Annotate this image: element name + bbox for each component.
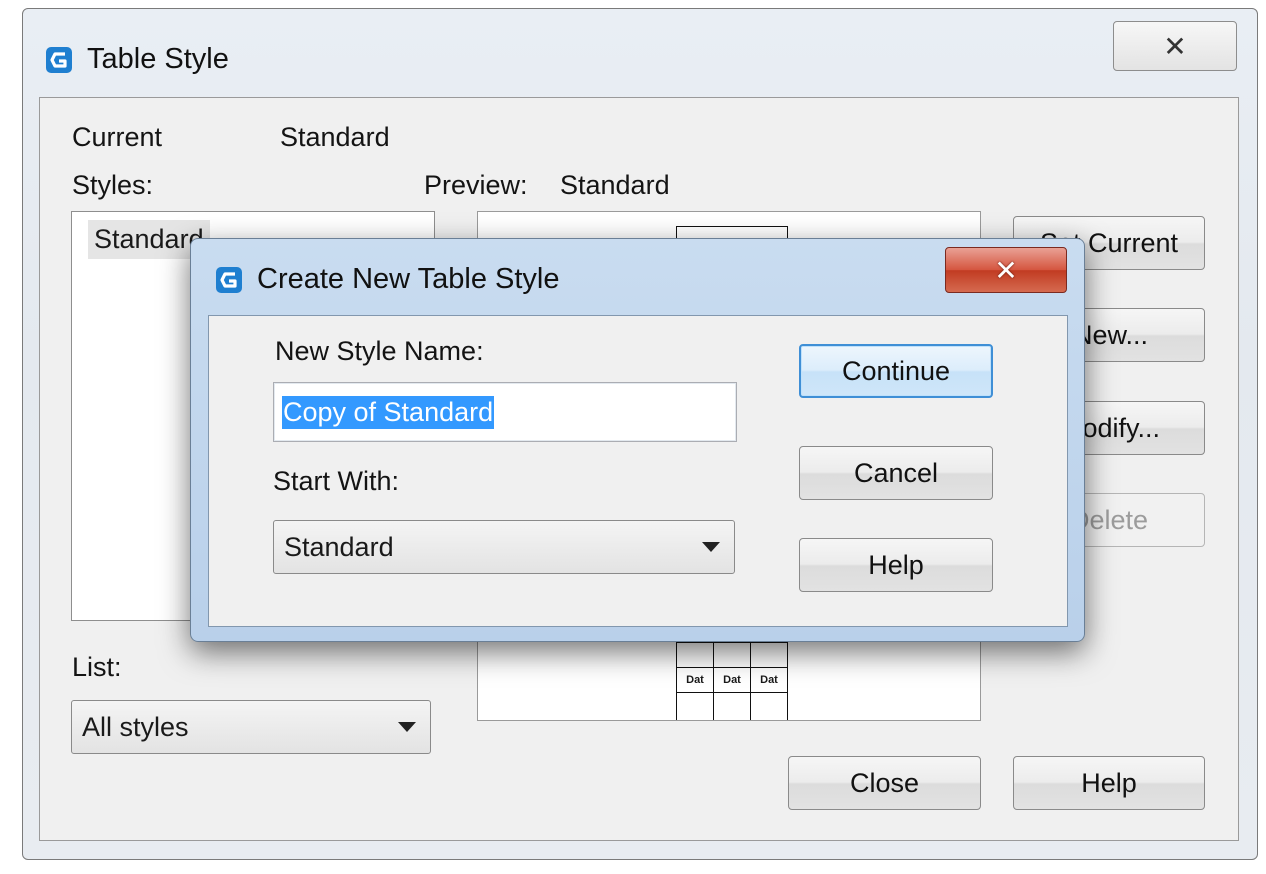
preview-data-cell: Dat bbox=[713, 667, 751, 693]
list-label: List: bbox=[72, 652, 122, 682]
preview-header-cell bbox=[676, 642, 714, 668]
current-value: Standard bbox=[280, 122, 390, 152]
list-filter-select[interactable]: All styles bbox=[71, 700, 431, 754]
continue-button[interactable]: Continue bbox=[799, 344, 993, 398]
start-with-value: Standard bbox=[284, 531, 394, 562]
new-style-name-input[interactable]: Copy of Standard bbox=[273, 382, 737, 442]
list-filter-value: All styles bbox=[82, 711, 189, 742]
dialog-title: Create New Table Style bbox=[257, 263, 560, 295]
new-style-name-value: Copy of Standard bbox=[282, 395, 495, 429]
start-with-select[interactable]: Standard bbox=[273, 520, 735, 574]
dialog-close-button[interactable]: ✕ bbox=[945, 247, 1067, 293]
preview-value: Standard bbox=[560, 170, 670, 200]
outer-title-bar: Table Style bbox=[45, 43, 229, 76]
preview-data-cell: Dat bbox=[676, 667, 714, 693]
gstarcad-app-icon bbox=[216, 266, 242, 293]
dialog-title-bar: Create New Table Style bbox=[215, 263, 560, 296]
start-with-label: Start With: bbox=[273, 466, 400, 496]
create-new-table-style-dialog: Create New Table Style ✕ New Style Name:… bbox=[190, 238, 1085, 642]
close-button[interactable]: Close bbox=[788, 756, 981, 810]
preview-data-cell bbox=[676, 692, 714, 720]
preview-label: Preview: bbox=[424, 170, 528, 200]
outer-help-button[interactable]: Help bbox=[1013, 756, 1205, 810]
chevron-down-icon bbox=[702, 542, 720, 552]
preview-data-cell bbox=[713, 692, 751, 720]
preview-header-cell bbox=[750, 642, 788, 668]
preview-header-cell bbox=[713, 642, 751, 668]
preview-data-cell bbox=[750, 692, 788, 720]
styles-label: Styles: bbox=[72, 170, 154, 200]
current-label: Current bbox=[72, 122, 163, 152]
close-icon: ✕ bbox=[1163, 30, 1187, 62]
chevron-down-icon bbox=[398, 722, 416, 732]
gstarcad-app-icon bbox=[46, 46, 72, 73]
cancel-button[interactable]: Cancel bbox=[799, 446, 993, 500]
preview-data-cell: Dat bbox=[750, 667, 788, 693]
close-icon: ✕ bbox=[994, 254, 1018, 286]
new-style-name-label: New Style Name: bbox=[275, 336, 484, 366]
dialog-help-button[interactable]: Help bbox=[799, 538, 993, 592]
dialog-body: New Style Name: Copy of Standard Start W… bbox=[208, 315, 1068, 627]
outer-title: Table Style bbox=[87, 43, 229, 75]
outer-close-button[interactable]: ✕ bbox=[1113, 21, 1237, 71]
